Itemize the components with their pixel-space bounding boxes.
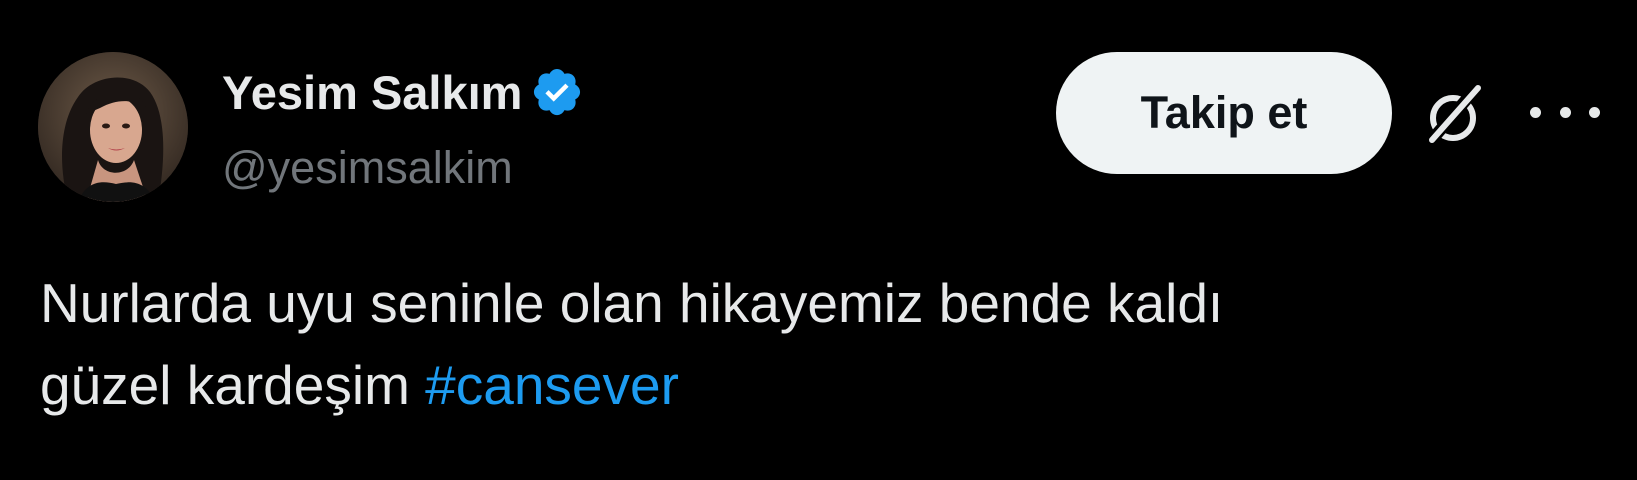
hashtag-link[interactable]: #cansever — [425, 354, 679, 416]
tweet-text-line-2: güzel kardeşim #cansever — [40, 344, 1600, 426]
more-dot — [1559, 106, 1571, 118]
avatar[interactable] — [38, 52, 188, 202]
more-dot — [1530, 106, 1541, 118]
verified-badge-icon[interactable] — [530, 65, 584, 119]
tweet-text-line-2-body: güzel kardeşim — [40, 354, 410, 416]
tweet-card: Yesim Salkım @yesimsalkim Takip et Nurla… — [0, 0, 1637, 480]
avatar-image — [38, 52, 188, 202]
tweet-text: Nurlarda uyu seninle olan hikayemiz bend… — [40, 262, 1600, 426]
grok-icon[interactable] — [1418, 80, 1488, 150]
tweet-text-line-1: Nurlarda uyu seninle olan hikayemiz bend… — [40, 272, 1224, 334]
more-options-icon[interactable] — [1530, 92, 1600, 132]
follow-button[interactable]: Takip et — [1056, 52, 1392, 174]
more-dot — [1589, 106, 1600, 118]
name-row: Yesim Salkım — [222, 62, 584, 122]
display-name[interactable]: Yesim Salkım — [222, 65, 522, 120]
user-handle[interactable]: @yesimsalkim — [222, 142, 513, 194]
